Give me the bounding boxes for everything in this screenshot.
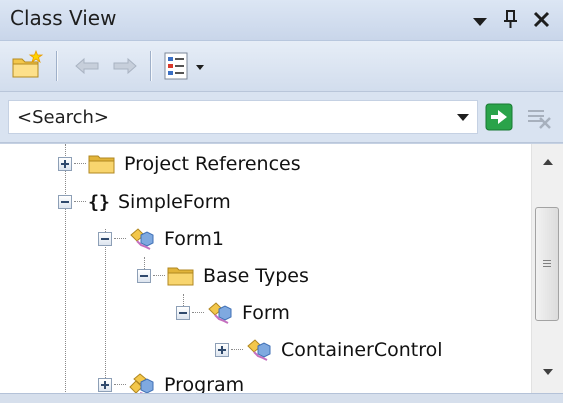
class-icon bbox=[245, 338, 273, 362]
forward-arrow-icon[interactable] bbox=[108, 49, 142, 83]
tree-node-simpleform[interactable]: {} SimpleForm bbox=[58, 185, 231, 219]
search-bar bbox=[0, 92, 563, 143]
expand-plus-icon[interactable] bbox=[58, 157, 72, 171]
collapse-minus-icon[interactable] bbox=[176, 306, 190, 320]
toolbar-separator bbox=[150, 51, 152, 81]
scroll-up-arrow-icon[interactable] bbox=[540, 154, 556, 170]
node-label: Project References bbox=[124, 153, 301, 175]
tree-node-form[interactable]: Form bbox=[176, 296, 290, 330]
new-folder-icon[interactable] bbox=[10, 49, 44, 83]
expand-plus-icon[interactable] bbox=[98, 378, 112, 392]
collapse-minus-icon[interactable] bbox=[137, 269, 151, 283]
clear-search-icon[interactable] bbox=[524, 103, 554, 131]
back-arrow-icon[interactable] bbox=[70, 49, 104, 83]
window-title: Class View bbox=[10, 6, 117, 30]
settings-list-icon[interactable] bbox=[160, 49, 224, 83]
folder-icon bbox=[167, 264, 195, 288]
toolbar bbox=[0, 41, 563, 92]
class-icon bbox=[206, 301, 234, 325]
pin-icon[interactable] bbox=[496, 4, 524, 34]
node-label: Base Types bbox=[203, 265, 309, 287]
title-bar: Class View bbox=[0, 0, 563, 41]
node-label: Form1 bbox=[164, 228, 224, 250]
search-input[interactable] bbox=[8, 100, 478, 134]
scroll-down-arrow-icon[interactable] bbox=[540, 364, 556, 380]
scroll-thumb[interactable] bbox=[535, 207, 559, 321]
tree-node-project-references[interactable]: Project References bbox=[58, 147, 301, 181]
node-label: Form bbox=[242, 302, 290, 324]
search-dropdown-icon[interactable] bbox=[452, 106, 474, 128]
search-go-icon[interactable] bbox=[485, 103, 513, 131]
namespace-braces-icon: {} bbox=[88, 191, 110, 213]
expand-plus-icon[interactable] bbox=[215, 343, 229, 357]
collapse-minus-icon[interactable] bbox=[58, 195, 72, 209]
folder-icon bbox=[88, 152, 116, 176]
window-menu-icon[interactable] bbox=[466, 4, 494, 34]
class-icon bbox=[128, 373, 156, 394]
close-icon[interactable] bbox=[528, 4, 556, 34]
node-label: ContainerControl bbox=[281, 339, 443, 361]
class-tree: Project References {} SimpleForm Form1 B… bbox=[0, 143, 563, 394]
tree-connector bbox=[65, 144, 67, 394]
class-icon bbox=[128, 227, 156, 251]
tree-node-program[interactable]: Program bbox=[98, 368, 244, 394]
tree-node-form1[interactable]: Form1 bbox=[98, 222, 224, 256]
collapse-minus-icon[interactable] bbox=[98, 232, 112, 246]
toolbar-separator bbox=[56, 51, 58, 81]
tree-node-containercontrol[interactable]: ContainerControl bbox=[215, 333, 443, 367]
node-label: Program bbox=[164, 374, 245, 394]
tree-node-base-types[interactable]: Base Types bbox=[137, 259, 309, 293]
node-label: SimpleForm bbox=[118, 191, 231, 213]
vertical-scrollbar[interactable] bbox=[531, 144, 563, 394]
